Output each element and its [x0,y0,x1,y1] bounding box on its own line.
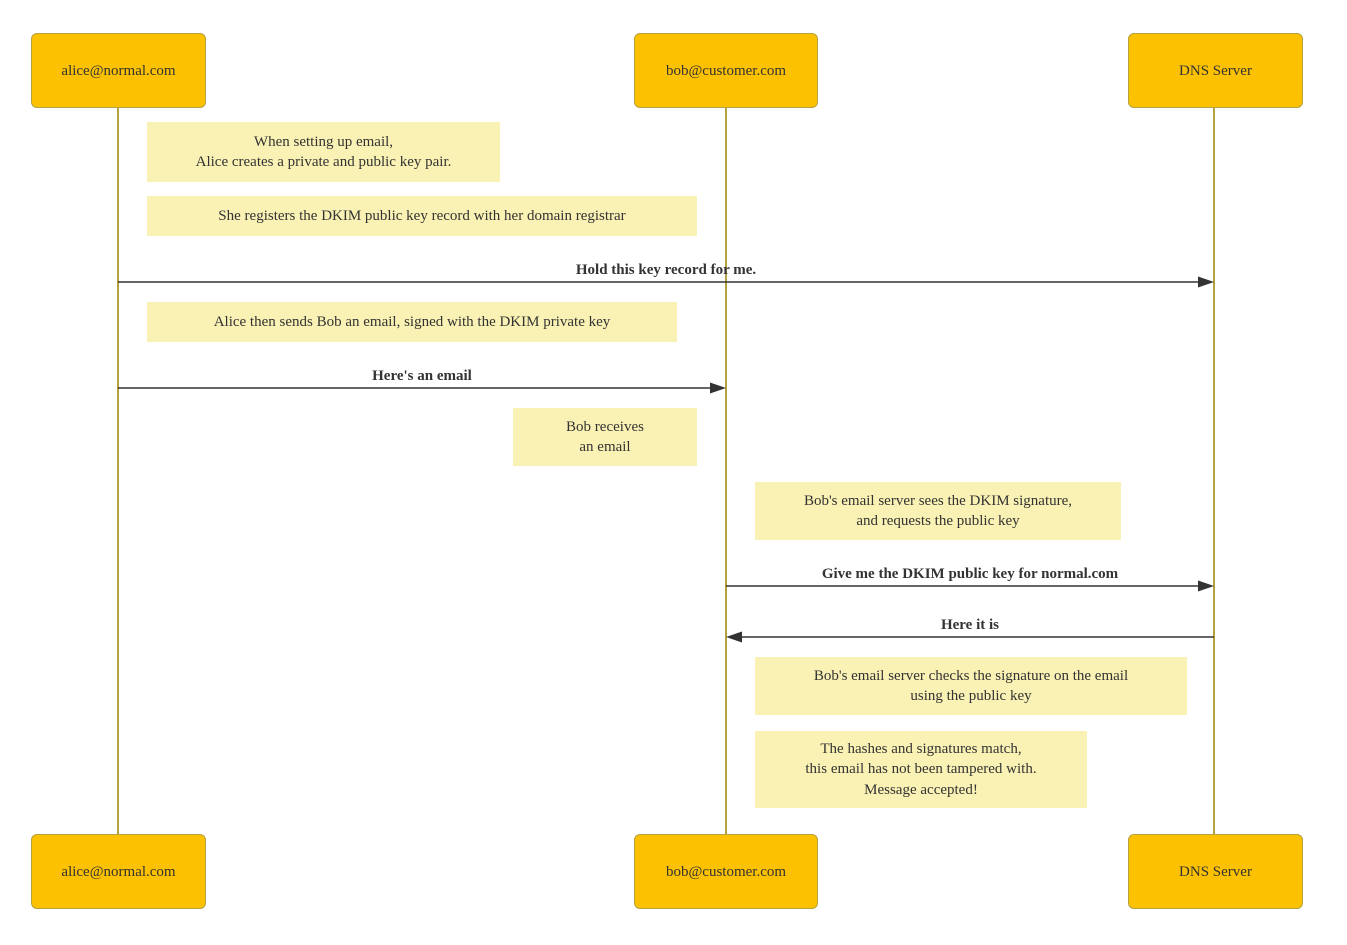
note-register-dkim: She registers the DKIM public key record… [147,196,697,236]
participant-dns-bottom-label: DNS Server [1179,863,1252,880]
participant-bob-top-label: bob@customer.com [665,62,787,79]
message-here-it-is[interactable]: Here it is [726,607,1214,643]
participant-dns-bottom[interactable]: DNS Server [1128,834,1303,909]
note-key-pair: When setting up email, Alice creates a p… [147,122,500,182]
note-sends-signed-email-text: Alice then sends Bob an email, signed wi… [213,313,611,330]
sequence-diagram: alice@normal.com bob@customer.com DNS Se… [0,0,1347,945]
participant-alice-bottom[interactable]: alice@normal.com [31,834,206,909]
note-bob-receives-text: Bob receives an email [566,418,644,455]
message-heres-an-email[interactable]: Here's an email [118,358,726,394]
lifeline-bob [725,108,727,834]
arrow-right-icon [118,382,726,394]
note-bob-sees-signature: Bob's email server sees the DKIM signatu… [755,482,1121,540]
note-bob-checks-signature: Bob's email server checks the signature … [755,657,1187,715]
lifeline-alice [117,108,119,834]
note-bob-checks-signature-text: Bob's email server checks the signature … [813,667,1129,704]
participant-bob-bottom[interactable]: bob@customer.com [634,834,818,909]
note-message-accepted-text: The hashes and signatures match, this em… [805,741,1037,798]
participant-dns-top[interactable]: DNS Server [1128,33,1303,108]
participant-alice-top-label: alice@normal.com [61,62,176,79]
note-bob-sees-signature-text: Bob's email server sees the DKIM signatu… [803,492,1073,529]
arrow-left-icon [726,631,1214,643]
note-register-dkim-text: She registers the DKIM public key record… [218,207,626,224]
message-give-me-public-key[interactable]: Give me the DKIM public key for normal.c… [726,556,1214,592]
note-message-accepted: The hashes and signatures match, this em… [755,731,1087,808]
note-bob-receives: Bob receives an email [513,408,697,466]
participant-bob-top[interactable]: bob@customer.com [634,33,818,108]
arrow-right-icon [118,276,1214,288]
arrow-right-icon [726,580,1214,592]
message-hold-key-record[interactable]: Hold this key record for me. [118,252,1214,288]
participant-dns-top-label: DNS Server [1179,62,1252,79]
participant-bob-bottom-label: bob@customer.com [665,863,787,880]
note-key-pair-text: When setting up email, Alice creates a p… [195,133,452,170]
participant-alice-top[interactable]: alice@normal.com [31,33,206,108]
participant-alice-bottom-label: alice@normal.com [61,863,176,880]
note-sends-signed-email: Alice then sends Bob an email, signed wi… [147,302,677,342]
lifeline-dns [1213,108,1215,834]
